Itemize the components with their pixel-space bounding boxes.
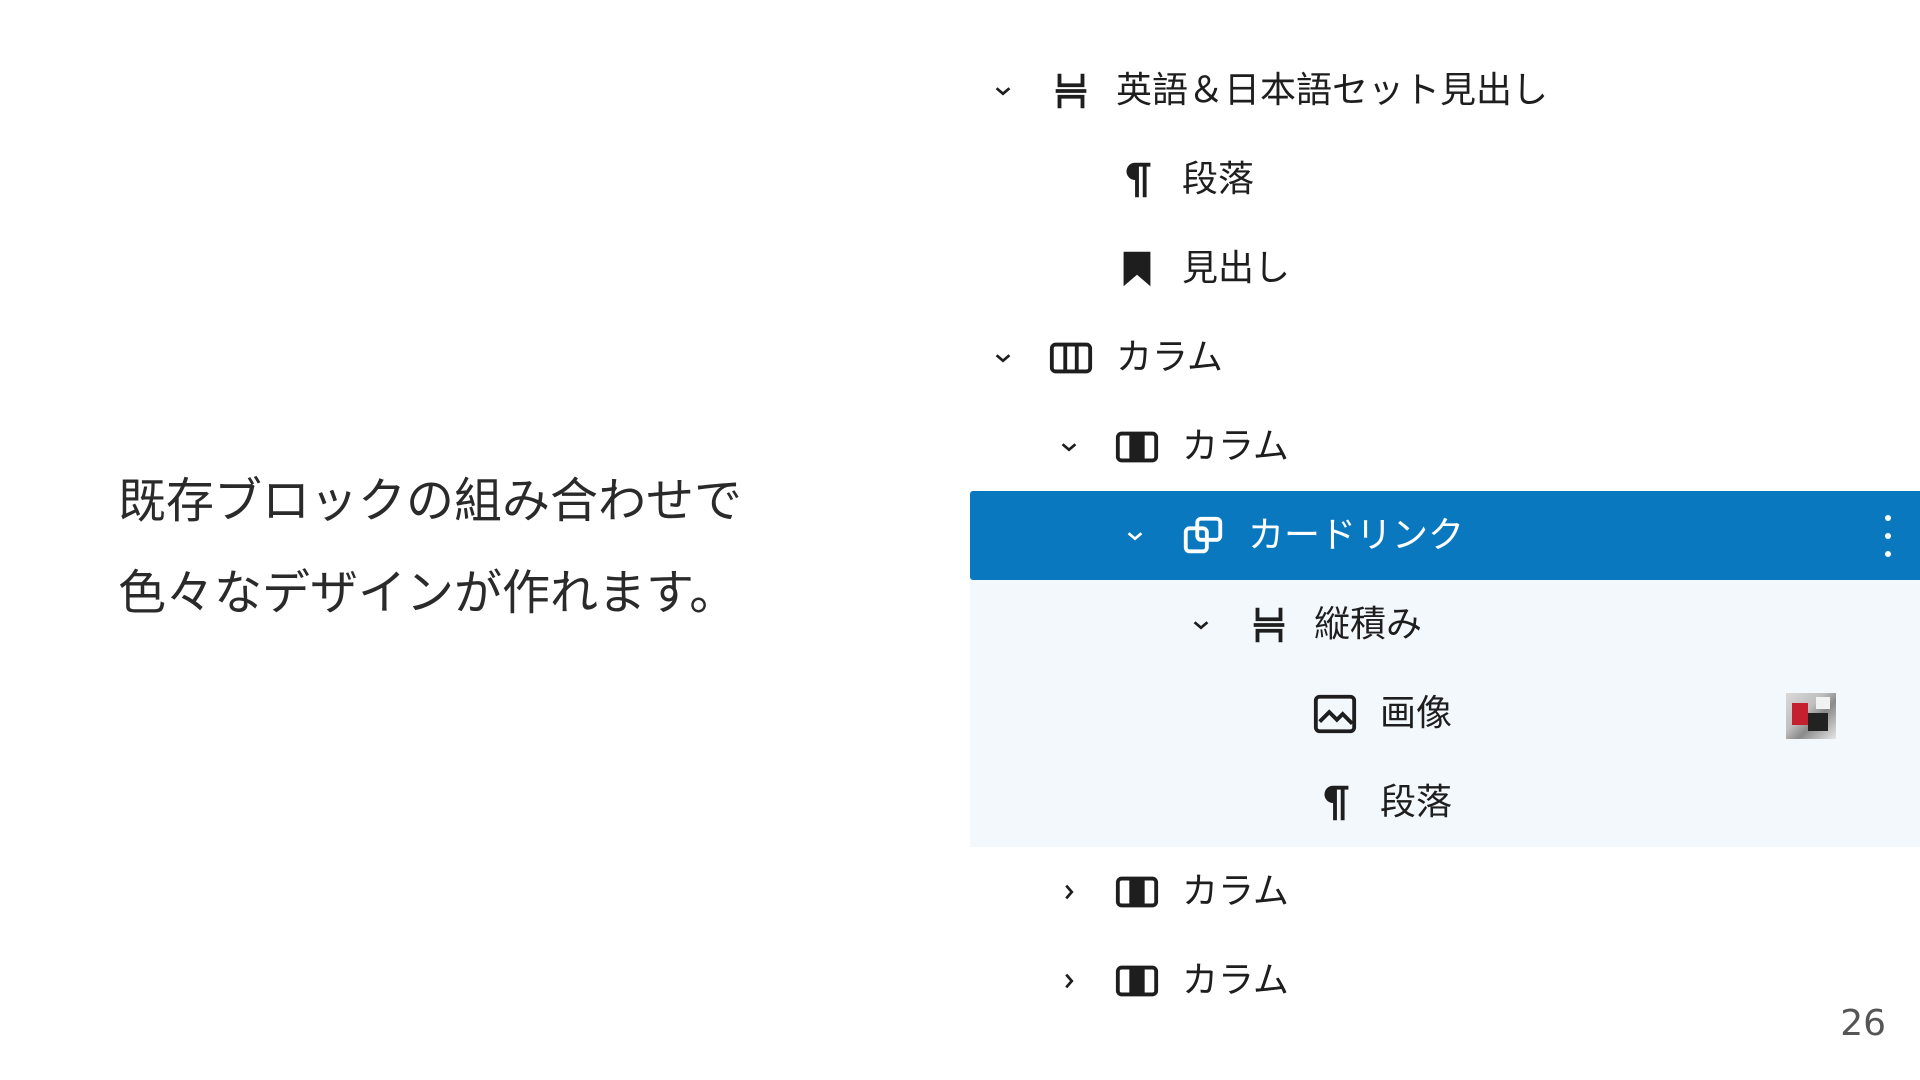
- stack-icon: [1046, 66, 1096, 116]
- tree-item-paragraph[interactable]: 段落: [970, 135, 1920, 224]
- tree-item-label: 画像: [1380, 693, 1453, 734]
- caption-line-2: 色々なデザインが作れます。: [118, 565, 738, 621]
- columns-icon: [1046, 333, 1096, 383]
- column-icon: [1112, 422, 1162, 472]
- paragraph-icon: [1310, 778, 1360, 828]
- caption-line-1: 既存ブロックの組み合わせで: [118, 473, 743, 529]
- tree-item-label: 見出し: [1182, 248, 1291, 289]
- stack-icon: [1244, 600, 1294, 650]
- tree-item-label: カラム: [1182, 426, 1289, 467]
- tree-item-label: カラム: [1116, 337, 1223, 378]
- tree-item-image[interactable]: 画像: [970, 669, 1920, 758]
- column-icon: [1112, 867, 1162, 917]
- bookmark-icon: [1112, 244, 1162, 294]
- chevron-down-icon[interactable]: [1052, 430, 1086, 464]
- chevron-down-icon[interactable]: [986, 341, 1020, 375]
- slide: 既存ブロックの組み合わせで 色々なデザインが作れます。 英語＆日本語セット見出し…: [0, 0, 1920, 1080]
- chevron-down-icon[interactable]: [1118, 519, 1152, 553]
- tree-item-label: 段落: [1380, 782, 1453, 823]
- tree-item-column[interactable]: カラム: [970, 402, 1920, 491]
- tree-item-heading[interactable]: 見出し: [970, 224, 1920, 313]
- list-view-tree: 英語＆日本語セット見出し 段落 見出し カラム カラム カードリンク 縦積み 画…: [970, 46, 1920, 1025]
- image-icon: [1310, 689, 1360, 739]
- page-number: 26: [1840, 1003, 1886, 1044]
- tree-item-paragraph-2[interactable]: 段落: [970, 758, 1920, 847]
- tree-item-column-2[interactable]: カラム: [970, 847, 1920, 936]
- card-link-icon: [1178, 511, 1228, 561]
- tree-item-column-3[interactable]: カラム: [970, 936, 1920, 1025]
- image-thumbnail: [1786, 693, 1836, 739]
- chevron-down-icon[interactable]: [1184, 608, 1218, 642]
- chevron-right-icon[interactable]: [1052, 875, 1086, 909]
- tree-item-label: 縦積み: [1314, 604, 1423, 645]
- tree-item-label: カラム: [1182, 960, 1289, 1001]
- chevron-down-icon[interactable]: [986, 74, 1020, 108]
- paragraph-icon: [1112, 155, 1162, 205]
- tree-item-heading-set[interactable]: 英語＆日本語セット見出し: [970, 46, 1920, 135]
- chevron-right-icon[interactable]: [1052, 964, 1086, 998]
- tree-item-card-link[interactable]: カードリンク: [970, 491, 1920, 580]
- column-icon: [1112, 956, 1162, 1006]
- tree-item-label: 英語＆日本語セット見出し: [1116, 70, 1549, 111]
- tree-item-label: 段落: [1182, 159, 1255, 200]
- caption: 既存ブロックの組み合わせで 色々なデザインが作れます。: [118, 455, 878, 639]
- tree-item-columns[interactable]: カラム: [970, 313, 1920, 402]
- tree-item-label: カラム: [1182, 871, 1289, 912]
- tree-item-label: カードリンク: [1248, 515, 1465, 556]
- tree-item-stack[interactable]: 縦積み: [970, 580, 1920, 669]
- more-options-icon[interactable]: [1878, 511, 1898, 561]
